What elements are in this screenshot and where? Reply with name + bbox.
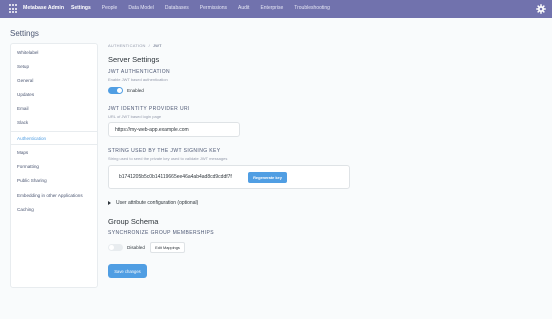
- edit-mappings-button[interactable]: Edit Mappings: [150, 242, 185, 253]
- sidebar-item-authentication[interactable]: Authentication: [11, 131, 97, 145]
- jwt-auth-toggle-label: Enabled: [127, 88, 144, 93]
- breadcrumb-authentication-link[interactable]: AUTHENTICATION: [108, 43, 146, 48]
- nav-link-people[interactable]: People: [102, 5, 118, 11]
- sidebar-item-email[interactable]: Email: [11, 102, 97, 116]
- user-attribute-config-toggle[interactable]: User attribute configuration (optional): [108, 200, 198, 206]
- sync-group-toggle-label: Disabled: [127, 245, 145, 250]
- user-attribute-config-label: User attribute configuration (optional): [116, 200, 199, 206]
- nav-link-audit[interactable]: Audit: [238, 5, 249, 11]
- page-title: Settings: [10, 29, 39, 38]
- admin-nav-links: Settings People Data Model Databases Per…: [71, 5, 341, 11]
- breadcrumb-separator: /: [148, 43, 150, 48]
- sidebar-item-general[interactable]: General: [11, 74, 97, 88]
- provider-uri-label: JWT IDENTITY PROVIDER URI: [108, 106, 190, 112]
- sidebar-item-formatting[interactable]: Formatting: [11, 160, 97, 174]
- provider-uri-input[interactable]: https://my-web-app.example.com: [108, 122, 240, 137]
- admin-brand-title: Metabase Admin: [23, 5, 65, 11]
- save-changes-button[interactable]: Save changes: [108, 264, 147, 278]
- signing-key-label: STRING USED BY THE JWT SIGNING KEY: [108, 148, 221, 154]
- sidebar-item-whitelabel[interactable]: Whitelabel: [11, 46, 97, 60]
- signing-key-field[interactable]: b1741205b5c0b14119665ee46a4ab4ad8cd9cddf…: [108, 165, 350, 189]
- jwt-auth-description: Enable JWT based authentication: [108, 77, 168, 82]
- settings-sidebar: Whitelabel Setup General Updates Email S…: [10, 43, 98, 288]
- nav-link-enterprise[interactable]: Enterprise: [260, 5, 283, 11]
- metabase-logo-icon[interactable]: [9, 4, 19, 14]
- regenerate-key-button[interactable]: Regenerate key: [248, 172, 287, 183]
- server-settings-heading: Server Settings: [108, 55, 160, 64]
- nav-link-settings[interactable]: Settings: [71, 5, 91, 11]
- breadcrumb-current: JWT: [152, 43, 162, 48]
- nav-link-databases[interactable]: Databases: [165, 5, 189, 11]
- toggle-knob: [117, 88, 122, 93]
- sidebar-item-caching[interactable]: Caching: [11, 203, 97, 217]
- sidebar-item-slack[interactable]: Slack: [11, 116, 97, 130]
- nav-link-troubleshooting[interactable]: Troubleshooting: [294, 5, 330, 11]
- sidebar-item-updates[interactable]: Updates: [11, 88, 97, 102]
- sidebar-item-maps[interactable]: Maps: [11, 146, 97, 160]
- gear-icon[interactable]: [536, 4, 546, 14]
- provider-uri-value: https://my-web-app.example.com: [115, 126, 189, 133]
- top-navigation-bar: Metabase Admin Settings People Data Mode…: [0, 0, 552, 18]
- sync-group-label: SYNCHRONIZE GROUP MEMBERSHIPS: [108, 230, 214, 236]
- sync-group-toggle[interactable]: [108, 244, 123, 251]
- signing-key-description: String used to seed the private key used…: [108, 156, 228, 161]
- jwt-auth-toggle[interactable]: [108, 87, 123, 94]
- sidebar-item-embedding[interactable]: Embedding in other Applications: [11, 189, 97, 203]
- nav-link-data-model[interactable]: Data Model: [128, 5, 154, 11]
- disclosure-triangle-icon: [108, 201, 111, 205]
- provider-uri-description: URL of JWT based login page: [108, 114, 162, 119]
- sidebar-item-public-sharing[interactable]: Public Sharing: [11, 174, 97, 188]
- group-schema-heading: Group Schema: [108, 217, 159, 226]
- sidebar-item-setup[interactable]: Setup: [11, 60, 97, 74]
- toggle-knob: [109, 245, 114, 250]
- breadcrumb: AUTHENTICATION / JWT: [108, 43, 162, 48]
- signing-key-value: b1741205b5c0b14119665ee46a4ab4ad8cd9cddf…: [119, 174, 232, 180]
- jwt-auth-label: JWT AUTHENTICATION: [108, 69, 171, 75]
- nav-link-permissions[interactable]: Permissions: [200, 5, 227, 11]
